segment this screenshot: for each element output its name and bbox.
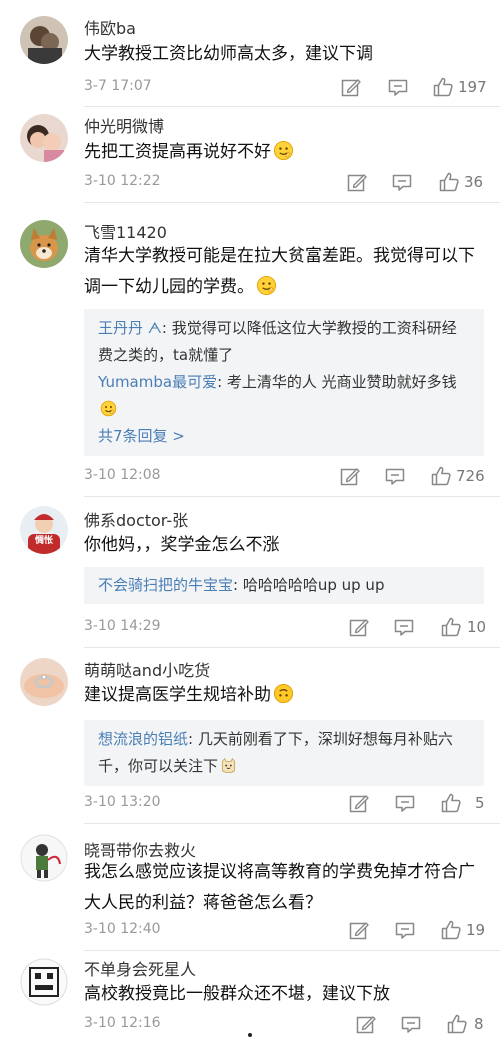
- thumbs-up-icon[interactable]: [446, 1013, 468, 1035]
- like-count: 36: [464, 173, 484, 191]
- like-count: 726: [456, 467, 485, 485]
- comment-footer: 3-10 14:29 10: [84, 616, 487, 638]
- comment-footer: 3-10 12:22 36: [84, 171, 484, 193]
- edit-icon[interactable]: [348, 919, 370, 941]
- comment-footer: 3-10 13:20 5: [84, 792, 485, 814]
- comment-footer: 3-10 12:08 726: [84, 465, 485, 487]
- avatar[interactable]: [20, 220, 68, 268]
- comment-icon[interactable]: [384, 465, 406, 487]
- reply-box: 王丹丹 ᗅ: 我觉得可以降低这位大学教授的工资科研经费之类的，ta就懂了 Yum…: [84, 309, 484, 456]
- comment-text: 建议提高医学生规培补助: [84, 680, 482, 711]
- more-replies-link[interactable]: 共7条回复 >: [98, 423, 470, 450]
- comment-author[interactable]: 伟欧ba: [84, 15, 136, 39]
- divider: [84, 496, 500, 497]
- comment-icon[interactable]: [391, 171, 413, 193]
- avatar[interactable]: [20, 16, 68, 64]
- avatar[interactable]: [20, 658, 68, 706]
- reply-text: 考上清华的人 光商业赞助就好多钱: [226, 373, 457, 391]
- comment-text: 高校教授竟比一般群众还不堪，建议下放: [84, 979, 482, 1010]
- like-count: 10: [467, 618, 487, 636]
- comment-icon[interactable]: [387, 76, 409, 98]
- thumbs-up-icon[interactable]: [432, 76, 454, 98]
- comment-time: 3-10 14:29: [84, 618, 161, 634]
- like-count: 197: [458, 78, 487, 96]
- thumbs-up-icon[interactable]: [440, 919, 462, 941]
- comment-author[interactable]: 不单身会死星人: [84, 956, 196, 980]
- comment-author[interactable]: 萌萌哒and小吃货: [84, 657, 210, 681]
- thumbs-up-icon[interactable]: [440, 616, 462, 638]
- comment-time: 3-10 12:40: [84, 921, 161, 937]
- reply-item[interactable]: 不会骑扫把的牛宝宝: 哈哈哈哈哈up up up: [98, 572, 470, 599]
- comment-text-content: 高校教授竟比一般群众还不堪，建议下放: [84, 984, 390, 1004]
- divider: [84, 647, 500, 648]
- reply-item[interactable]: Yumamba最可爱: 考上清华的人 光商业赞助就好多钱: [98, 369, 470, 423]
- comment-time: 3-10 13:20: [84, 794, 161, 810]
- reply-box: 想流浪的铝纸: 几天前刚看了下，深圳好想每月补贴六千，你可以关注下: [84, 720, 484, 786]
- divider: [84, 950, 500, 951]
- thumbs-up-icon[interactable]: [440, 792, 462, 814]
- comment-text-content: 建议提高医学生规培补助: [84, 685, 271, 705]
- like-count: 5: [475, 794, 485, 812]
- comment-author[interactable]: 仲光明微博: [84, 113, 164, 137]
- comment-text: 你他妈，，奖学金怎么不涨: [84, 530, 482, 561]
- comment-author[interactable]: 飞雪11420: [84, 219, 167, 243]
- comment-text-content: 我怎么感觉应该提议将高等教育的学费免掉才符合广大人民的利益？蒋爸爸怎么看？: [84, 862, 475, 913]
- edit-icon[interactable]: [346, 171, 368, 193]
- scroll-indicator: [248, 1033, 252, 1037]
- reply-box: 不会骑扫把的牛宝宝: 哈哈哈哈哈up up up: [84, 567, 484, 604]
- comment-footer: 3-7 17:07 197: [84, 76, 487, 98]
- comment-text-content: 清华大学教授可能是在拉大贫富差距。我觉得可以下调一下幼儿园的学费。: [84, 246, 475, 297]
- divider: [84, 202, 500, 203]
- comment-time: 3-10 12:22: [84, 173, 161, 189]
- comment-time: 3-10 12:16: [84, 1015, 161, 1031]
- avatar[interactable]: [20, 834, 68, 882]
- comment-time: 3-10 12:08: [84, 467, 161, 483]
- comment-text: 大学教授工资比幼师高太多，建议下调: [84, 39, 482, 70]
- comment-text-content: 先把工资提高再说好不好: [84, 142, 271, 162]
- divider: [84, 823, 500, 824]
- edit-icon[interactable]: [348, 792, 370, 814]
- reply-author[interactable]: 不会骑扫把的牛宝宝: [98, 576, 233, 594]
- comment-icon[interactable]: [394, 919, 416, 941]
- reply-item[interactable]: 想流浪的铝纸: 几天前刚看了下，深圳好想每月补贴六千，你可以关注下: [98, 726, 470, 780]
- edit-icon[interactable]: [348, 616, 370, 638]
- reply-author[interactable]: Yumamba最可爱: [98, 373, 217, 391]
- comment-icon[interactable]: [400, 1013, 422, 1035]
- comment-text-content: 你他妈，，奖学金怎么不涨: [84, 535, 280, 555]
- edit-icon[interactable]: [340, 76, 362, 98]
- smile-emoji-icon: [256, 275, 277, 296]
- cat-emoji-icon: [220, 757, 237, 774]
- comment-text: 清华大学教授可能是在拉大贫富差距。我觉得可以下调一下幼儿园的学费。: [84, 241, 482, 303]
- smile-emoji-icon: [100, 400, 117, 417]
- comment-text: 我怎么感觉应该提议将高等教育的学费免掉才符合广大人民的利益？蒋爸爸怎么看？: [84, 857, 482, 919]
- reply-text: 哈哈哈哈哈up up up: [242, 576, 385, 594]
- comment-footer: 3-10 12:40 19: [84, 919, 486, 941]
- comment-author[interactable]: 佛系doctor-张: [84, 507, 188, 531]
- comment-text: 先把工资提高再说好不好: [84, 137, 482, 168]
- avatar-badge: 惆怅: [34, 536, 53, 546]
- comment-text-content: 大学教授工资比幼师高太多，建议下调: [84, 44, 373, 64]
- edit-icon[interactable]: [339, 465, 361, 487]
- upside-down-emoji-icon: [273, 683, 294, 704]
- divider: [84, 106, 500, 107]
- edit-icon[interactable]: [355, 1013, 377, 1035]
- avatar[interactable]: 惆怅: [20, 506, 68, 554]
- avatar[interactable]: [20, 114, 68, 162]
- reply-item[interactable]: 王丹丹 ᗅ: 我觉得可以降低这位大学教授的工资科研经费之类的，ta就懂了: [98, 315, 470, 369]
- comment-icon[interactable]: [394, 792, 416, 814]
- verified-badge-icon: ᗅ: [143, 319, 162, 337]
- comment-footer: 3-10 12:16 8: [84, 1013, 484, 1035]
- reply-author[interactable]: 王丹丹: [98, 319, 143, 337]
- comment-time: 3-7 17:07: [84, 78, 152, 94]
- reply-author[interactable]: 想流浪的铝纸: [98, 730, 188, 748]
- thumbs-up-icon[interactable]: [438, 171, 460, 193]
- smile-emoji-icon: [273, 140, 294, 161]
- comment-icon[interactable]: [393, 616, 415, 638]
- thumbs-up-icon[interactable]: [430, 465, 452, 487]
- like-count: 8: [474, 1015, 484, 1033]
- avatar[interactable]: [20, 958, 68, 1006]
- like-count: 19: [466, 921, 486, 939]
